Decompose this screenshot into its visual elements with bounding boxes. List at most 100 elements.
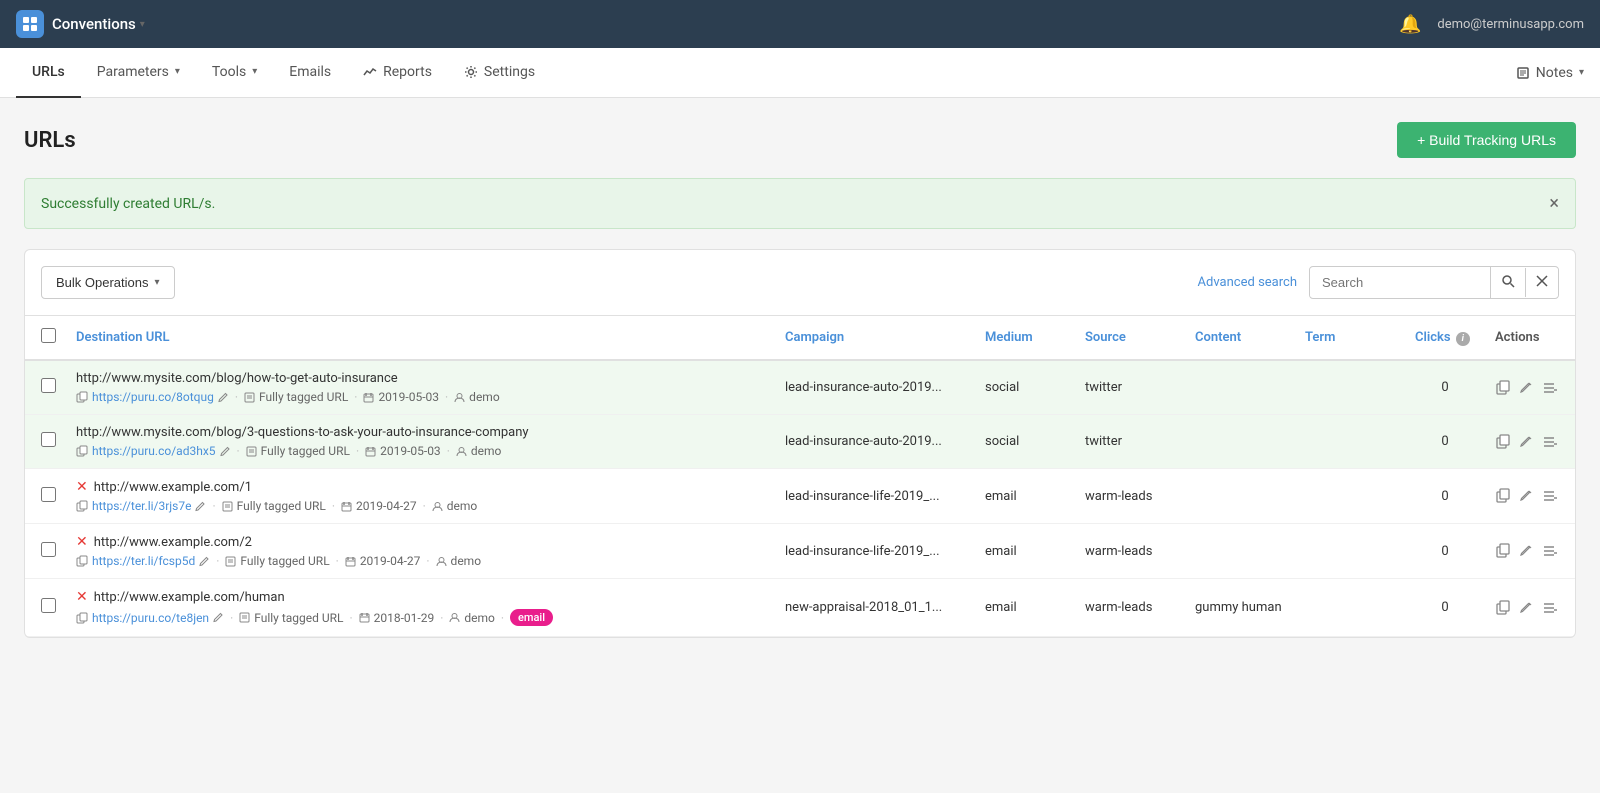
separator-3: · bbox=[445, 390, 448, 404]
short-url-link[interactable]: https://ter.li/fcsp5d bbox=[92, 554, 195, 568]
source-cell: twitter bbox=[1075, 360, 1185, 415]
row-menu-icon[interactable] bbox=[1541, 488, 1557, 504]
header-destination-url[interactable]: Destination URL bbox=[66, 316, 775, 360]
medium-value: email bbox=[985, 600, 1017, 615]
source-value: warm-leads bbox=[1085, 489, 1152, 504]
page-title: URLs bbox=[24, 128, 76, 153]
edit-row-icon[interactable] bbox=[1519, 544, 1533, 558]
destination-url-cell: ✕ http://www.example.com/2 https://ter.l… bbox=[66, 524, 775, 579]
nav-item-settings[interactable]: Settings bbox=[448, 48, 551, 98]
clicks-value: 0 bbox=[1441, 544, 1448, 559]
url-sub: https://ter.li/fcsp5d · Fully tagged URL… bbox=[76, 554, 765, 568]
row-checkbox-4[interactable] bbox=[41, 542, 56, 557]
date-item: 2019-04-27 bbox=[345, 554, 421, 568]
edit-short-url-icon[interactable] bbox=[195, 501, 206, 512]
row-checkbox-cell bbox=[25, 579, 66, 637]
row-menu-icon[interactable] bbox=[1541, 543, 1557, 559]
date-label: 2019-05-03 bbox=[380, 444, 441, 458]
short-url-link[interactable]: https://ter.li/3rjs7e bbox=[92, 499, 191, 513]
separator-2: · bbox=[350, 611, 353, 625]
clicks-cell: 0 bbox=[1405, 469, 1485, 524]
nav-item-tools-label: Tools bbox=[212, 64, 246, 80]
select-all-checkbox[interactable] bbox=[41, 328, 56, 343]
header-select-all[interactable] bbox=[25, 316, 66, 360]
edit-short-url-icon[interactable] bbox=[213, 612, 224, 623]
bulk-operations-button[interactable]: Bulk Operations ▾ bbox=[41, 266, 175, 299]
row-checkbox-3[interactable] bbox=[41, 487, 56, 502]
destination-url-link[interactable]: http://www.mysite.com/blog/how-to-get-au… bbox=[76, 371, 398, 386]
header-source[interactable]: Source bbox=[1075, 316, 1185, 360]
clicks-info-icon[interactable]: i bbox=[1456, 332, 1470, 346]
date-label: 2018-01-29 bbox=[374, 611, 435, 625]
short-url-link[interactable]: https://puru.co/8otqug bbox=[92, 390, 214, 404]
header-medium[interactable]: Medium bbox=[975, 316, 1075, 360]
search-input[interactable] bbox=[1310, 268, 1490, 297]
header-term[interactable]: Term bbox=[1295, 316, 1405, 360]
clicks-value: 0 bbox=[1441, 600, 1448, 615]
search-icon bbox=[1501, 274, 1515, 288]
edit-row-icon[interactable] bbox=[1519, 601, 1533, 615]
row-checkbox-cell bbox=[25, 360, 66, 415]
nav-item-parameters[interactable]: Parameters ▾ bbox=[81, 48, 196, 98]
edit-row-icon[interactable] bbox=[1519, 381, 1533, 395]
app-logo[interactable] bbox=[16, 10, 44, 38]
destination-url-cell: http://www.mysite.com/blog/how-to-get-au… bbox=[66, 360, 775, 415]
advanced-search-link[interactable]: Advanced search bbox=[1198, 275, 1297, 290]
row-checkbox-cell bbox=[25, 469, 66, 524]
url-sub: https://puru.co/ad3hx5 · Fully tagged UR… bbox=[76, 444, 765, 458]
separator-3: · bbox=[426, 554, 429, 568]
destination-url-link[interactable]: http://www.example.com/1 bbox=[94, 480, 252, 495]
row-checkbox-5[interactable] bbox=[41, 598, 56, 613]
copy-row-icon[interactable] bbox=[1495, 488, 1511, 504]
search-button[interactable] bbox=[1490, 267, 1525, 298]
destination-url-link[interactable]: http://www.example.com/human bbox=[94, 590, 285, 605]
content-cell bbox=[1185, 415, 1295, 469]
build-tracking-urls-button[interactable]: + Build Tracking URLs bbox=[1397, 122, 1576, 158]
user-icon bbox=[449, 612, 460, 623]
edit-short-url-icon[interactable] bbox=[220, 446, 231, 457]
url-type-icon bbox=[222, 501, 233, 512]
app-name[interactable]: Conventions ▾ bbox=[52, 15, 145, 33]
date-item: 2019-04-27 bbox=[341, 499, 417, 513]
copy-row-icon[interactable] bbox=[1495, 434, 1511, 450]
short-url-item: https://puru.co/te8jen bbox=[76, 611, 224, 625]
nav-item-emails[interactable]: Emails bbox=[273, 48, 347, 98]
nav-item-tools[interactable]: Tools ▾ bbox=[196, 48, 273, 98]
search-clear-button[interactable] bbox=[1525, 268, 1558, 297]
nav-item-reports[interactable]: Reports bbox=[347, 48, 448, 98]
row-checkbox-1[interactable] bbox=[41, 378, 56, 393]
nav-item-urls[interactable]: URLs bbox=[16, 48, 81, 98]
copy-row-icon[interactable] bbox=[1495, 543, 1511, 559]
header-clicks[interactable]: Clicks i bbox=[1405, 316, 1485, 360]
separator-3: · bbox=[423, 499, 426, 513]
medium-value: social bbox=[985, 434, 1019, 449]
success-banner-close[interactable]: × bbox=[1549, 193, 1559, 214]
actions-cell bbox=[1485, 415, 1575, 469]
destination-url-link[interactable]: http://www.mysite.com/blog/3-questions-t… bbox=[76, 425, 529, 440]
separator-2: · bbox=[332, 499, 335, 513]
edit-short-url-icon[interactable] bbox=[218, 392, 229, 403]
header-campaign[interactable]: Campaign bbox=[775, 316, 975, 360]
clear-icon bbox=[1536, 275, 1548, 287]
row-menu-icon[interactable] bbox=[1541, 434, 1557, 450]
actions-group bbox=[1495, 488, 1565, 504]
edit-short-url-icon[interactable] bbox=[199, 556, 210, 567]
row-checkbox-2[interactable] bbox=[41, 432, 56, 447]
short-url-item: https://ter.li/3rjs7e bbox=[76, 499, 206, 513]
separator-1: · bbox=[216, 554, 219, 568]
copy-row-icon[interactable] bbox=[1495, 380, 1511, 396]
notifications-icon[interactable]: 🔔 bbox=[1399, 14, 1421, 35]
row-menu-icon[interactable] bbox=[1541, 600, 1557, 616]
short-url-link[interactable]: https://puru.co/te8jen bbox=[92, 611, 209, 625]
row-menu-icon[interactable] bbox=[1541, 380, 1557, 396]
header-content[interactable]: Content bbox=[1185, 316, 1295, 360]
short-url-link[interactable]: https://puru.co/ad3hx5 bbox=[92, 444, 216, 458]
destination-url-link[interactable]: http://www.example.com/2 bbox=[94, 535, 252, 550]
term-cell bbox=[1295, 415, 1405, 469]
url-type-item: Fully tagged URL bbox=[225, 554, 329, 568]
edit-row-icon[interactable] bbox=[1519, 489, 1533, 503]
copy-row-icon[interactable] bbox=[1495, 600, 1511, 616]
actions-group bbox=[1495, 380, 1565, 396]
notes-link[interactable]: Notes ▾ bbox=[1516, 65, 1584, 81]
edit-row-icon[interactable] bbox=[1519, 435, 1533, 449]
